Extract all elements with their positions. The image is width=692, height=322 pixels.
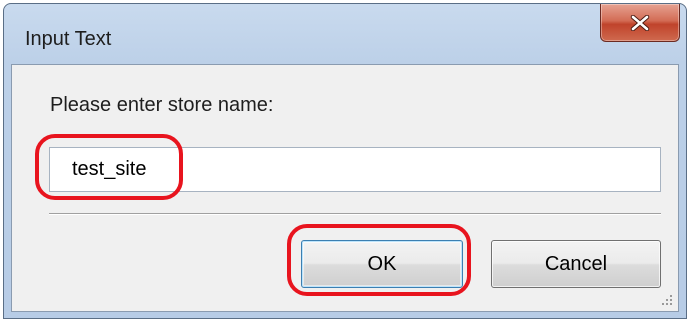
title-bar[interactable]: Input Text — [4, 4, 686, 64]
store-name-prompt: Please enter store name: — [50, 94, 274, 116]
store-name-input[interactable] — [49, 147, 661, 192]
divider — [49, 213, 661, 215]
close-icon — [630, 14, 650, 31]
cancel-button[interactable]: Cancel — [491, 240, 661, 288]
resize-grip[interactable] — [660, 293, 674, 307]
dialog-body: Please enter store name: OK Cancel — [11, 64, 679, 312]
dialog-title: Input Text — [25, 28, 112, 50]
input-text-dialog: Input Text Please enter store name: OK C… — [3, 3, 687, 319]
close-button[interactable] — [600, 4, 680, 42]
ok-button[interactable]: OK — [301, 240, 463, 288]
